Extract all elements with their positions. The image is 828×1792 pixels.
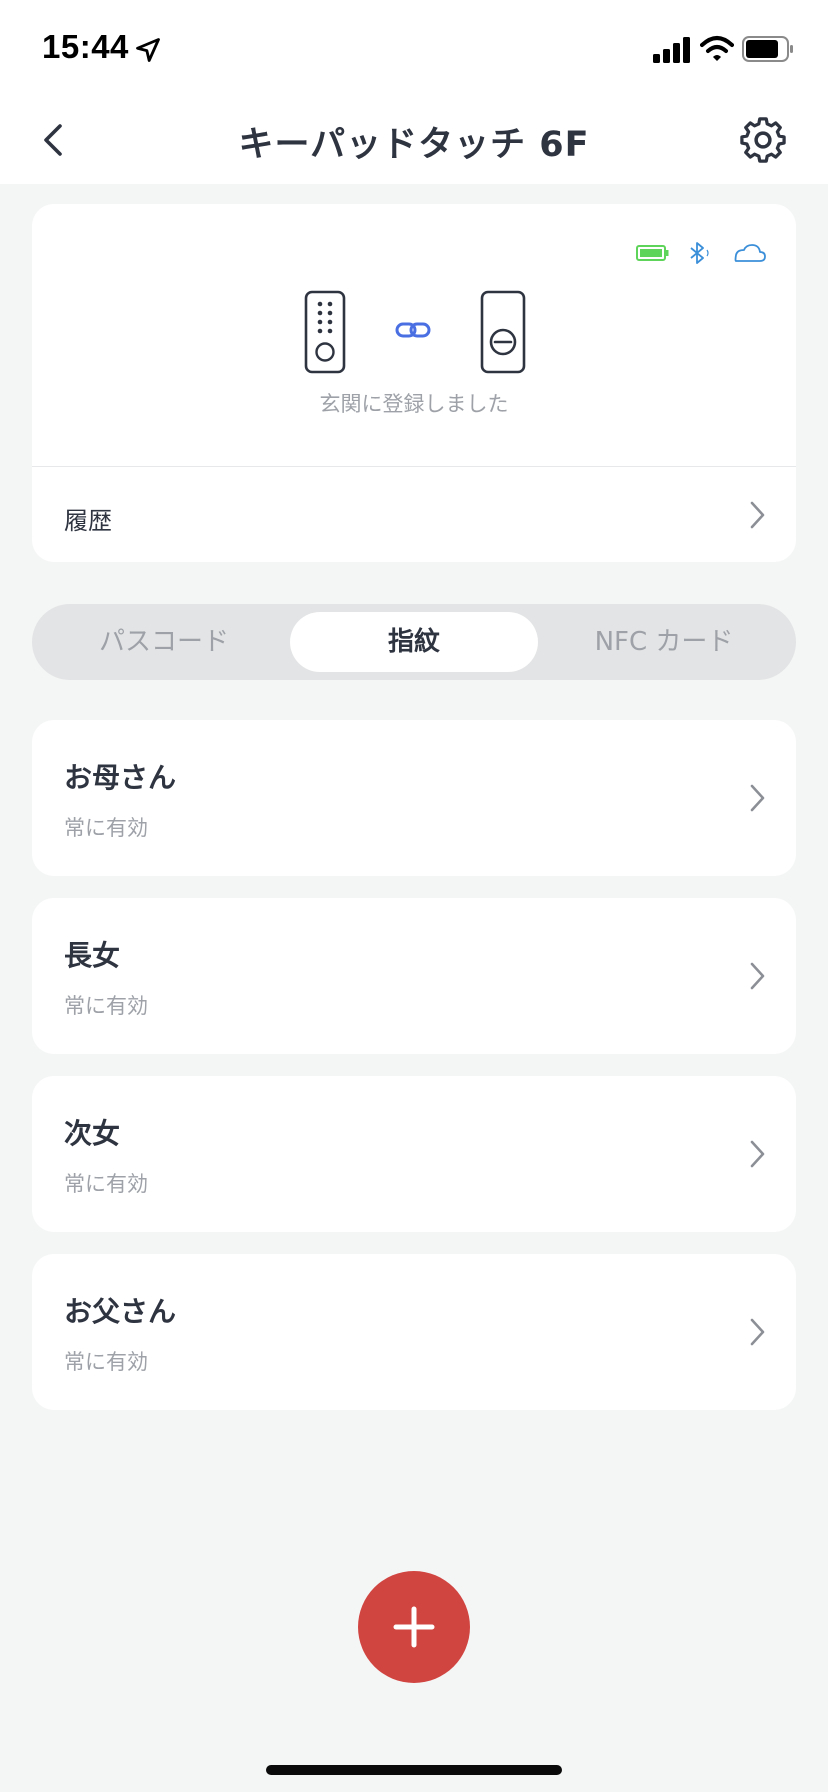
entry-name: 長女 bbox=[64, 939, 121, 972]
chevron-right-icon bbox=[750, 501, 765, 529]
plus-icon bbox=[393, 1606, 435, 1648]
history-row[interactable]: 履歴 bbox=[32, 467, 796, 562]
add-button[interactable] bbox=[358, 1571, 470, 1683]
device-link-graphic bbox=[32, 284, 796, 374]
device-caption: 玄関に登録しました bbox=[319, 392, 509, 416]
entry-status: 常に有効 bbox=[64, 816, 148, 840]
home-indicator bbox=[266, 1765, 562, 1775]
battery-icon bbox=[742, 36, 793, 62]
history-label: 履歴 bbox=[64, 507, 112, 535]
battery-full-icon bbox=[636, 245, 669, 261]
entry-name: お母さん bbox=[64, 761, 177, 794]
bluetooth-icon bbox=[690, 242, 709, 264]
chevron-right-icon bbox=[750, 1140, 765, 1168]
wifi-icon bbox=[700, 36, 734, 61]
list-item[interactable]: 次女 常に有効 bbox=[32, 1076, 796, 1232]
chevron-right-icon bbox=[750, 1318, 765, 1346]
cellular-signal-icon bbox=[653, 37, 690, 63]
list-item[interactable]: お母さん 常に有効 bbox=[32, 720, 796, 876]
device-status-icons bbox=[636, 242, 766, 264]
list-item[interactable]: 長女 常に有効 bbox=[32, 898, 796, 1054]
page-title: キーパッドタッチ 6F bbox=[238, 125, 590, 165]
tab-nfc-card[interactable]: NFC カード bbox=[540, 612, 788, 672]
list-item[interactable]: お父さん 常に有効 bbox=[32, 1254, 796, 1410]
credential-tabs: パスコード 指紋 NFC カード bbox=[32, 604, 796, 680]
lock-device-icon bbox=[480, 290, 526, 374]
entry-name: 次女 bbox=[64, 1117, 121, 1150]
status-bar: 15:44 bbox=[0, 0, 828, 92]
chevron-right-icon bbox=[750, 962, 765, 990]
link-icon bbox=[395, 322, 431, 338]
location-arrow-icon bbox=[136, 38, 160, 62]
tab-passcode[interactable]: パスコード bbox=[40, 612, 288, 672]
entry-status: 常に有効 bbox=[64, 1350, 148, 1374]
entry-status: 常に有効 bbox=[64, 994, 148, 1018]
entry-status: 常に有効 bbox=[64, 1172, 148, 1196]
chevron-right-icon bbox=[750, 784, 765, 812]
keypad-device-icon bbox=[304, 290, 346, 374]
entry-name: お父さん bbox=[64, 1295, 177, 1328]
device-card: 玄関に登録しました 履歴 bbox=[32, 204, 796, 562]
status-time: 15:44 bbox=[42, 28, 129, 65]
gear-icon[interactable] bbox=[740, 117, 786, 163]
tab-fingerprint[interactable]: 指紋 bbox=[290, 612, 538, 672]
cloud-icon bbox=[734, 244, 766, 262]
